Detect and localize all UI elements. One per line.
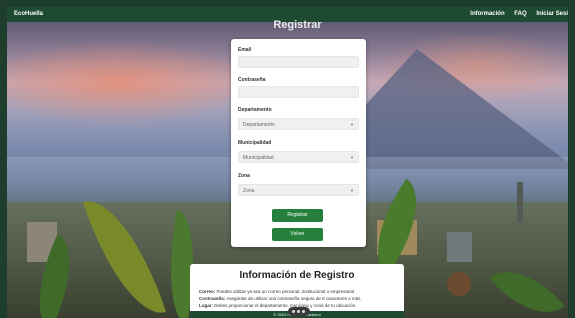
nav-links: Información FAQ Iniciar Sesi [462,11,568,17]
nav-link-login[interactable]: Iniciar Sesi [536,11,568,17]
department-select[interactable]: Departamento ▼ [238,118,359,130]
nav-link-informacion[interactable]: Información [470,11,504,17]
zone-select-value: Zona [243,188,255,194]
info-text: Asegúrate de utilizar una contraseña seg… [225,296,362,301]
municipality-label: Municipalidad [238,140,272,146]
zone-select[interactable]: Zona ▼ [238,184,359,196]
brand-link[interactable]: EcoHuella [14,11,43,17]
chevron-down-icon: ▼ [350,155,354,160]
page-title: Registrar [273,19,322,31]
department-select-value: Departamento [243,122,275,128]
register-button[interactable]: Registrar [272,209,323,222]
indicator-dot[interactable] [297,310,300,313]
building [447,232,472,262]
municipality-select-value: Municipalidad [243,155,274,161]
info-line-email: Correo: Puedes utilizar ya sea un correo… [199,289,399,294]
info-term: Lugar: [199,303,213,308]
flower-bud [447,272,471,296]
info-term: Correo: [199,289,216,294]
nav-link-faq[interactable]: FAQ [514,11,526,17]
carousel-indicator[interactable] [288,307,310,316]
password-label: Contraseña [238,77,266,83]
back-button[interactable]: Volver [272,228,323,241]
chevron-down-icon: ▼ [350,188,354,193]
municipality-select[interactable]: Municipalidad ▼ [238,151,359,163]
info-title: Información de Registro [239,270,355,281]
password-field[interactable] [238,86,359,98]
email-label: Email [238,47,252,53]
chevron-down-icon: ▼ [350,122,354,127]
indicator-dot[interactable] [292,310,295,313]
tower [517,182,523,222]
info-text: Debes proporcionar el departamento, muni… [213,303,357,308]
register-form: Email Contraseña Departamento Departamen… [231,39,366,247]
email-field[interactable] [238,56,359,68]
zone-label: Zona [238,173,250,179]
info-term: Contraseña: [199,296,226,301]
department-label: Departamento [238,107,272,113]
indicator-dot[interactable] [302,310,305,313]
info-text: Puedes utilizar ya sea un correo persona… [215,289,356,294]
info-line-password: Contraseña: Asegúrate de utilizar una co… [199,296,399,301]
